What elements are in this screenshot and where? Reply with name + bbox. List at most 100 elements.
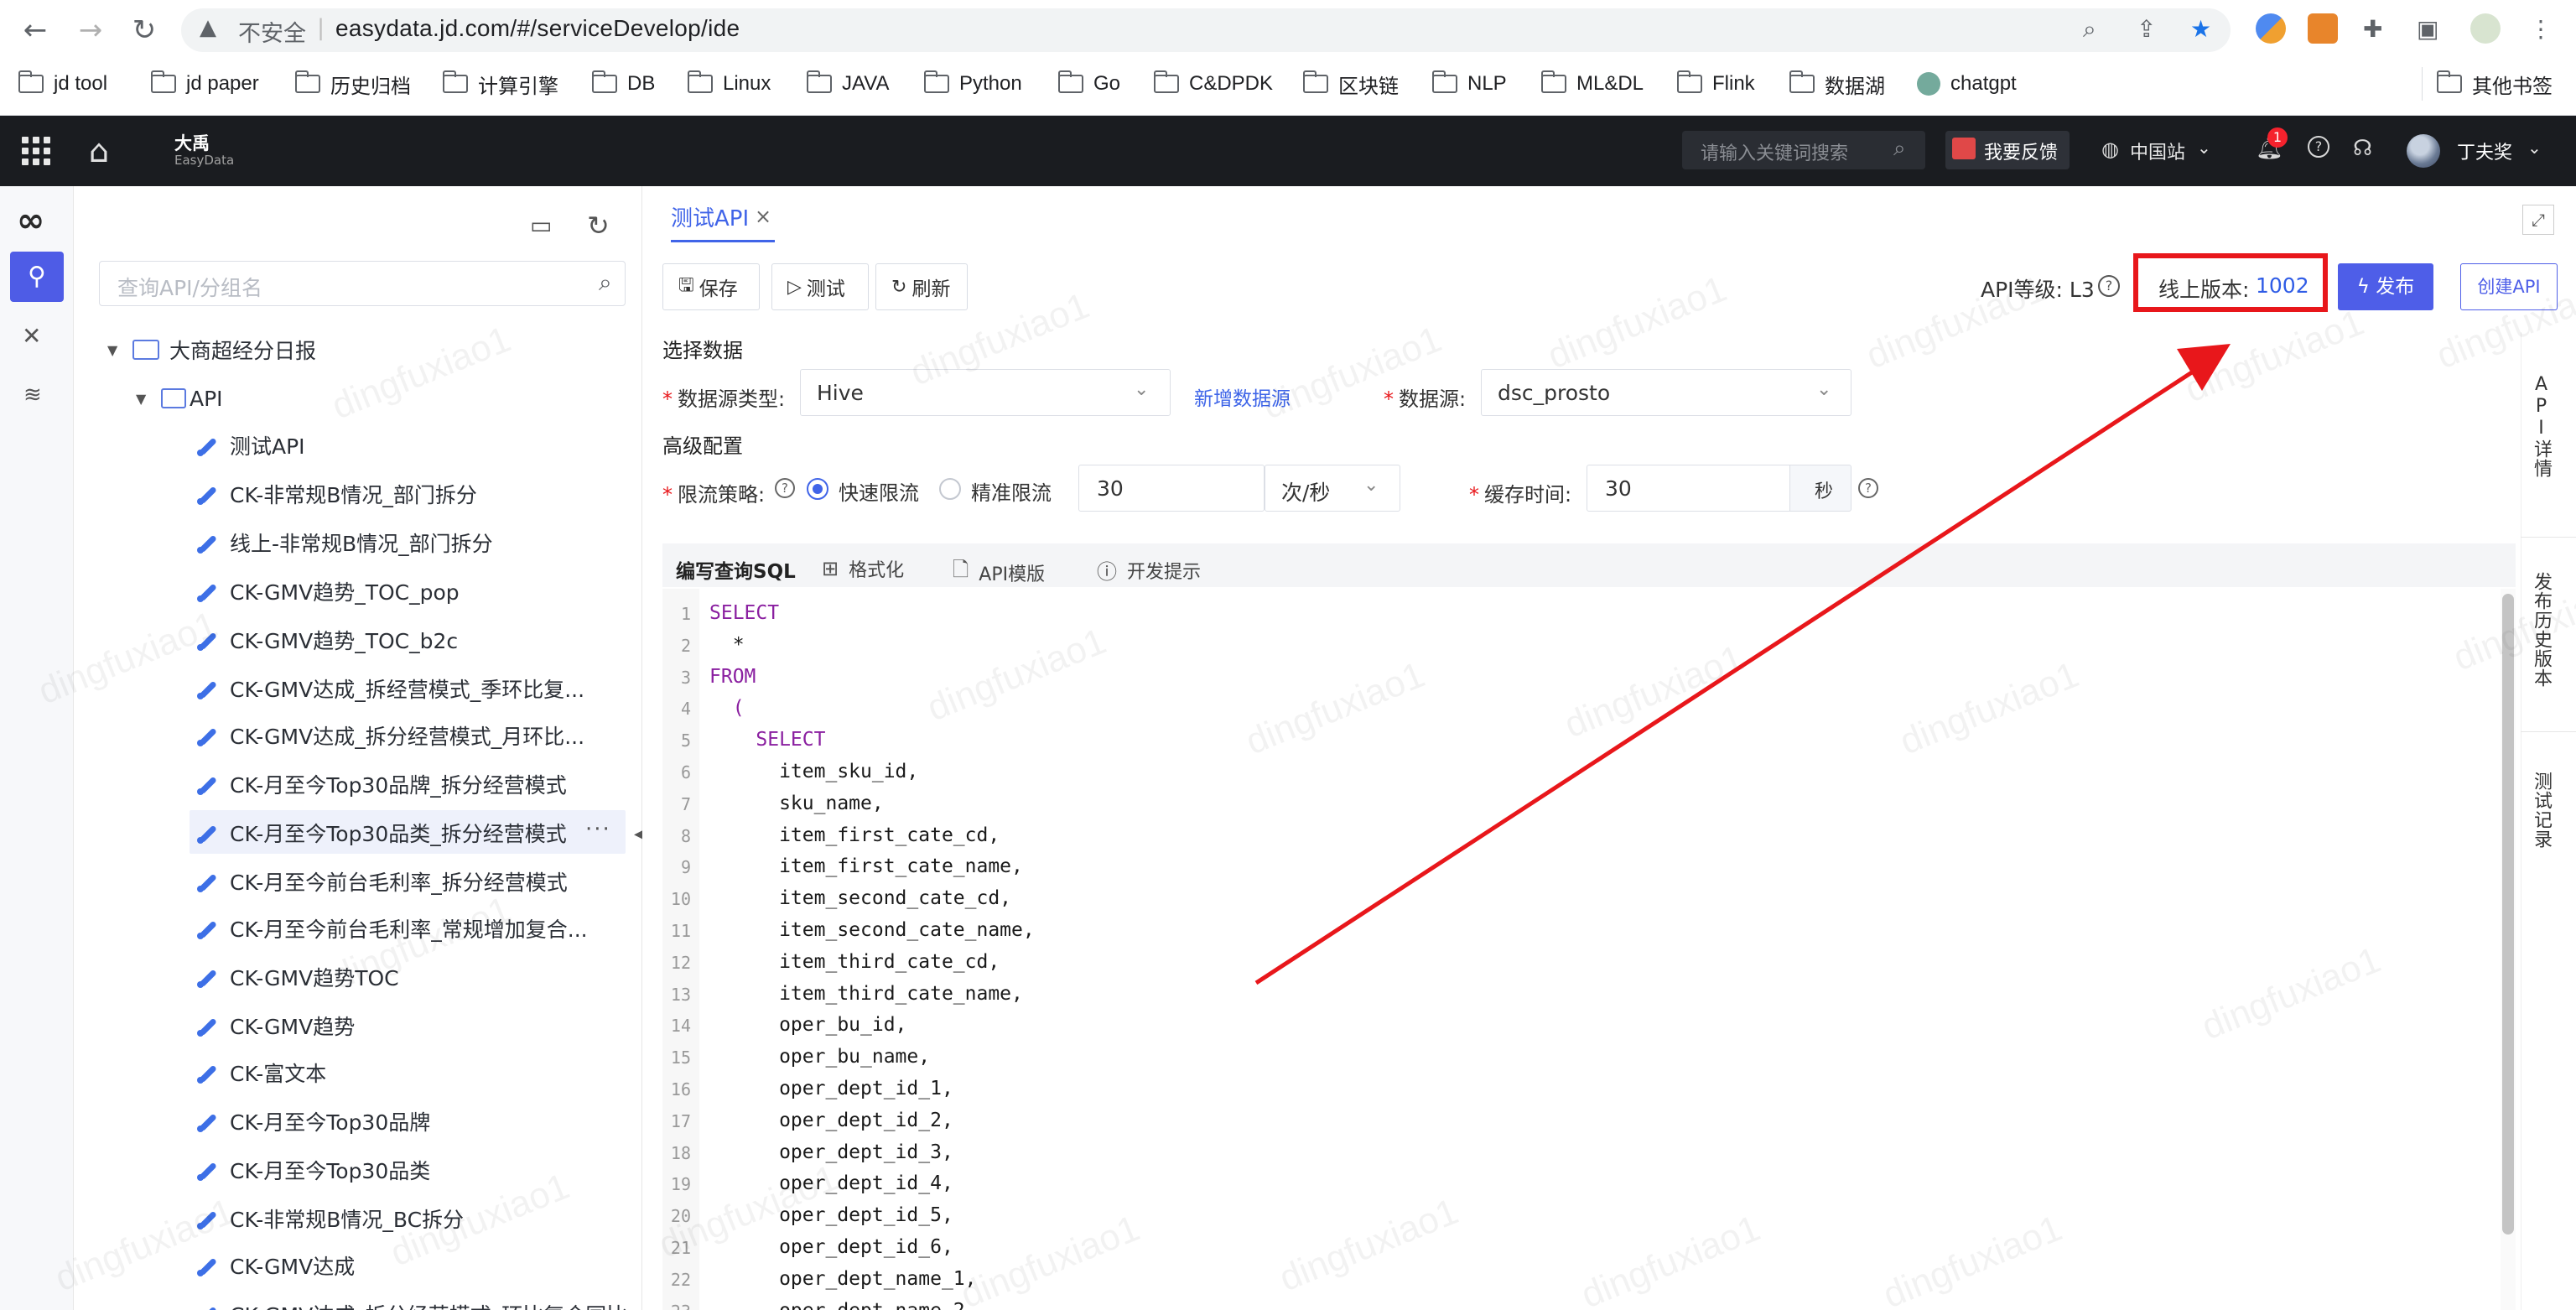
code-line[interactable]: oper_dept_name_1, (709, 1268, 976, 1290)
tree-item[interactable]: CK-GMV达成_拆经营模式_季环比复... (195, 668, 584, 710)
share-icon[interactable]: ⇪ (2137, 15, 2156, 43)
bookmark-item[interactable]: Python (923, 69, 1022, 99)
forward-icon[interactable]: → (72, 12, 109, 49)
home-icon[interactable]: ⌂ (89, 133, 109, 169)
api-nav-icon[interactable]: ⚲ (10, 252, 64, 302)
rate-precise-label[interactable]: 精准限流 (971, 476, 1052, 506)
format-button[interactable]: ⊞ 格式化 (822, 555, 904, 582)
search-icon[interactable]: ⌕ (1893, 136, 1906, 162)
sidebar-icon[interactable]: ▣ (2417, 15, 2438, 43)
rate-fast-label[interactable]: 快速限流 (839, 476, 919, 506)
avatar[interactable] (2407, 134, 2440, 168)
chevron-down-icon[interactable]: ⌄ (2527, 138, 2542, 158)
code-line[interactable]: oper_dept_id_6, (709, 1236, 953, 1258)
tree-item[interactable]: CK-GMV达成 (195, 1245, 355, 1287)
extensions-puzzle-icon[interactable]: ✚ (2363, 15, 2382, 43)
globe-icon[interactable]: ◍ (2101, 138, 2119, 161)
code-line[interactable]: SELECT (709, 729, 825, 751)
tree-item[interactable]: CK-月至今Top30品类 (195, 1149, 430, 1191)
back-icon[interactable]: ← (17, 12, 54, 49)
metamask-icon[interactable] (2308, 13, 2338, 44)
editor-scrollbar-thumb[interactable] (2502, 594, 2514, 1235)
caret-down-icon[interactable]: ▼ (107, 342, 132, 358)
bookmark-item[interactable]: 数据湖 (1789, 69, 1885, 99)
warning-icon[interactable]: ▲ (200, 15, 216, 40)
other-bookmarks[interactable]: 其他书签 (2436, 69, 2553, 99)
tree-item[interactable]: CK-GMV趋势 (195, 1005, 355, 1047)
bookmark-item[interactable]: chatgpt (1917, 69, 2017, 99)
tree-item[interactable]: CK-GMV趋势_TOC_b2c (195, 619, 458, 661)
code-line[interactable]: ( (709, 697, 745, 719)
bookmark-item[interactable]: DB (591, 69, 655, 99)
tab-test-api[interactable]: 测试API (671, 201, 749, 235)
online-version-value[interactable]: 1002 (2256, 273, 2309, 298)
bookmark-item[interactable]: jd paper (150, 69, 259, 99)
url-text[interactable]: easydata.jd.com/#/serviceDevelop/ide (335, 15, 740, 42)
bookmark-star-icon[interactable]: ★ (2190, 15, 2211, 43)
refresh-button[interactable]: ↻ 刷新 (875, 263, 968, 310)
tree-item[interactable]: CK-GMV趋势_TOC_pop (195, 570, 460, 612)
code-line[interactable]: item_second_cate_name, (709, 919, 1035, 941)
profile-icon[interactable] (2470, 13, 2501, 44)
tree-item[interactable]: CK-GMV达成_拆分经营模式_环比复合同比... (195, 1293, 647, 1310)
zoom-icon[interactable]: ⌕ (2083, 15, 2096, 44)
code-line[interactable]: item_sku_id, (709, 761, 918, 782)
tree-item[interactable]: CK-月至今前台毛利率_拆分经营模式 (195, 860, 568, 902)
bookmark-item[interactable]: Go (1057, 69, 1120, 99)
new-folder-icon[interactable]: ▭ (530, 211, 552, 239)
tree-folder-api[interactable]: ▼ API (136, 377, 223, 419)
bookmark-item[interactable]: 计算引擎 (442, 69, 558, 99)
api-template-button[interactable]: 🗋 API模版 (953, 555, 1045, 590)
code-line[interactable]: item_second_cate_cd, (709, 887, 1011, 909)
tree-item[interactable]: CK-月至今Top30品牌 (195, 1100, 430, 1142)
help-icon[interactable]: ? (1858, 478, 1878, 498)
bookmark-item[interactable]: JAVA (806, 69, 889, 99)
close-icon[interactable]: × (755, 205, 771, 228)
code-line[interactable]: SELECT (709, 602, 779, 624)
code-line[interactable]: sku_name, (709, 793, 884, 814)
help-icon[interactable]: ? (2308, 136, 2329, 158)
bookmark-item[interactable]: 区块链 (1302, 69, 1399, 99)
rate-precise-radio[interactable] (939, 478, 961, 500)
tools-icon[interactable]: ✕ (22, 322, 41, 350)
side-tab-api-details[interactable]: API详情 (2529, 374, 2554, 478)
more-actions-icon[interactable]: ··· (585, 817, 611, 842)
bookmark-item[interactable]: NLP (1431, 69, 1507, 99)
bookmark-item[interactable]: Linux (687, 69, 771, 99)
tree-group-root[interactable]: ▼ 大商超经分日报 (107, 329, 316, 371)
code-line[interactable]: item_third_cate_name, (709, 983, 1023, 1005)
code-line[interactable]: item_first_cate_cd, (709, 824, 1000, 846)
browser-menu-icon[interactable]: ⋮ (2529, 15, 2553, 43)
bookmark-item[interactable]: C&DPDK (1153, 69, 1273, 99)
code-line[interactable]: oper_dept_id_1, (709, 1078, 953, 1099)
code-line[interactable]: oper_bu_id, (709, 1014, 906, 1036)
code-line[interactable]: * (709, 634, 745, 656)
fullscreen-icon[interactable]: ⤢ (2522, 205, 2554, 235)
bookmark-item[interactable]: jd tool (18, 69, 107, 99)
database-icon[interactable]: ≋ (23, 382, 42, 408)
dev-tips-button[interactable]: ⓘ 开发提示 (1097, 555, 1201, 585)
tree-item[interactable]: CK-非常规B情况_部门拆分 (195, 473, 477, 515)
reload-icon[interactable]: ↻ (126, 12, 163, 49)
code-line[interactable]: oper_dept_id_3, (709, 1141, 953, 1163)
code-line[interactable]: FROM (709, 666, 756, 688)
code-line[interactable]: item_third_cate_cd, (709, 951, 1000, 973)
code-line[interactable]: oper_dept_name_2, (709, 1300, 976, 1310)
extension-shield-icon[interactable] (2256, 13, 2286, 44)
bookmark-item[interactable]: 历史归档 (294, 69, 411, 99)
tree-item[interactable]: CK-富文本 (195, 1052, 326, 1094)
side-tab-test-records[interactable]: 测试记录 (2529, 772, 2554, 849)
save-button[interactable]: 🖫 保存 (662, 263, 760, 310)
tree-item[interactable]: 测试API (195, 424, 305, 466)
customer-service-icon[interactable]: ☊ (2353, 136, 2372, 161)
tree-item[interactable]: CK-月至今Top30品牌_拆分经营模式 (195, 763, 567, 805)
help-icon[interactable]: ? (2098, 275, 2120, 297)
caret-down-icon[interactable]: ▼ (136, 391, 161, 407)
code-line[interactable]: item_first_cate_name, (709, 855, 1023, 877)
code-line[interactable]: oper_dept_id_2, (709, 1110, 953, 1131)
tree-item[interactable]: CK-GMV达成_拆分经营模式_月环比... (195, 715, 584, 756)
chevron-down-icon[interactable]: ⌄ (2197, 138, 2211, 158)
search-icon[interactable]: ⌕ (599, 268, 612, 297)
bookmark-item[interactable]: ML&DL (1540, 69, 1644, 99)
tree-item-selected[interactable]: CK-月至今Top30品类_拆分经营模式 (195, 812, 567, 854)
